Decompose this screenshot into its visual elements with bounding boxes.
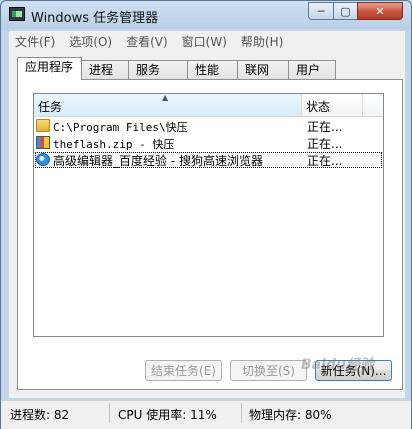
task-name: 高级编辑器_百度经验 - 搜狗高速浏览器: [53, 154, 263, 168]
tab-applications[interactable]: 应用程序: [17, 57, 82, 80]
applications-panel: ▲ 任务 状态 C:\Program Files\快压 正在... thefla…: [17, 79, 403, 390]
task-manager-window: Windows 任务管理器 ─ ▢ ✕ 文件(F) 选项(O) 查看(V) 窗口…: [0, 0, 412, 429]
task-status: 正在...: [307, 154, 343, 168]
status-divider: [241, 403, 242, 423]
folder-icon: [36, 119, 50, 132]
tab-processes[interactable]: 进程: [81, 60, 129, 79]
close-button[interactable]: ✕: [357, 2, 403, 20]
window-title: Windows 任务管理器: [31, 11, 159, 26]
menu-bar: 文件(F) 选项(O) 查看(V) 窗口(W) 帮助(H): [9, 31, 405, 52]
menu-file[interactable]: 文件(F): [9, 33, 63, 50]
task-status: 正在...: [307, 120, 343, 134]
switch-to-button[interactable]: 切换至(S): [230, 360, 307, 381]
status-bar: 进程数: 82 CPU 使用率: 11% 物理内存: 80%: [1, 400, 411, 429]
tab-users[interactable]: 用户: [288, 60, 336, 79]
column-header-task[interactable]: ▲ 任务: [34, 93, 302, 116]
column-label-status: 状态: [306, 100, 331, 114]
tab-services[interactable]: 服务: [128, 60, 188, 79]
task-list[interactable]: ▲ 任务 状态 C:\Program Files\快压 正在... thefla…: [33, 93, 384, 337]
sort-ascending-icon: ▲: [162, 93, 169, 102]
zip-archive-icon: [36, 136, 50, 149]
menu-window[interactable]: 窗口(W): [176, 33, 235, 50]
title-bar[interactable]: Windows 任务管理器 ─ ▢ ✕: [1, 1, 411, 29]
task-manager-icon: [9, 7, 25, 21]
task-name: C:\Program Files\快压: [53, 121, 188, 134]
list-header: ▲ 任务 状态: [34, 93, 383, 117]
column-header-status[interactable]: 状态: [302, 94, 363, 116]
cpu-usage: CPU 使用率: 11%: [118, 408, 217, 422]
column-label-task: 任务: [38, 100, 63, 114]
status-divider: [109, 403, 110, 423]
menu-options[interactable]: 选项(O): [63, 33, 120, 50]
end-task-button[interactable]: 结束任务(E): [145, 360, 222, 381]
task-name: theflash.zip - 快压: [53, 138, 175, 151]
menu-view[interactable]: 查看(V): [120, 33, 176, 50]
process-count: 进程数: 82: [10, 408, 70, 422]
task-status: 正在...: [307, 137, 343, 151]
maximize-button[interactable]: ▢: [333, 2, 358, 20]
physical-memory: 物理内存: 80%: [249, 408, 332, 422]
minimize-button[interactable]: ─: [308, 2, 334, 20]
tab-strip: 应用程序 进程 服务 性能 联网 用户: [17, 57, 336, 80]
tab-networking[interactable]: 联网: [237, 60, 289, 79]
watermark-logo: Baidu经验: [301, 357, 374, 373]
task-row[interactable]: theflash.zip - 快压 正在...: [35, 135, 382, 151]
task-row-selected[interactable]: 高级编辑器_百度经验 - 搜狗高速浏览器 正在...: [35, 152, 382, 168]
client-area: 应用程序 进程 服务 性能 联网 用户 ▲ 任务 状态 C:\Program F…: [9, 51, 405, 398]
menu-help[interactable]: 帮助(H): [235, 33, 291, 50]
browser-icon: [36, 153, 50, 166]
tab-performance[interactable]: 性能: [187, 60, 238, 79]
task-row[interactable]: C:\Program Files\快压 正在...: [35, 118, 382, 134]
